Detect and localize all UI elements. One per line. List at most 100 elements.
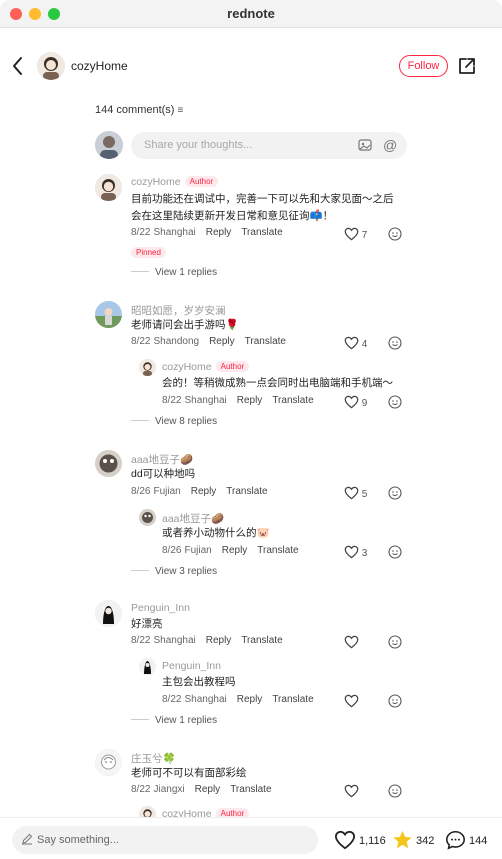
reply-avatar[interactable] (139, 658, 156, 675)
divider-line (131, 719, 149, 720)
emoji-react-icon[interactable] (388, 395, 402, 409)
comment-author-name[interactable]: Penguin_Inn (131, 602, 190, 614)
reply-button[interactable]: Reply (209, 336, 235, 347)
reply-button[interactable]: Reply (237, 395, 263, 406)
translate-button[interactable]: Translate (257, 545, 298, 556)
post-comment-button[interactable]: 144 (445, 830, 487, 850)
author-badge: Author (184, 176, 219, 187)
comment-author-name[interactable]: 庄玉兮🍀 (131, 751, 176, 766)
bottom-action-bar: Say something... 1,116 342 144 (0, 817, 502, 859)
emoji-react-icon[interactable] (388, 784, 402, 798)
translate-button[interactable]: Translate (226, 486, 267, 497)
author-avatar[interactable] (37, 52, 65, 80)
reply-author[interactable]: cozyHome Author (162, 361, 250, 373)
like-button[interactable] (344, 784, 359, 798)
comment-text-line: 会在这里陆续更新开发日常和意见征询📫！ (131, 209, 334, 222)
like-button[interactable]: 5 (344, 486, 367, 500)
post-like-button[interactable]: 1,116 (334, 830, 386, 850)
emoji-react-icon[interactable] (388, 635, 402, 649)
reply-button[interactable]: Reply (195, 784, 221, 795)
commenter-avatar[interactable] (95, 450, 122, 477)
heart-icon (344, 395, 359, 409)
like-button[interactable] (344, 635, 359, 649)
comment-input[interactable]: Share your thoughts... @ (131, 132, 407, 159)
comment-author[interactable]: cozyHome Author (131, 176, 219, 188)
reply-author-name[interactable]: aaa地豆子🥔 (162, 511, 224, 526)
like-count: 5 (361, 489, 368, 500)
comment-location: Jiangxi (153, 784, 185, 795)
say-something-input[interactable]: Say something... (12, 826, 318, 854)
heart-icon (344, 545, 359, 559)
translate-button[interactable]: Translate (241, 635, 282, 646)
commenter-avatar[interactable] (95, 174, 122, 201)
mention-icon[interactable]: @ (383, 137, 397, 153)
reply-text: 主包会出教程吗 (162, 676, 236, 688)
comment-text: dd可以种地吗 (131, 468, 196, 480)
commenter-avatar[interactable] (95, 600, 122, 627)
commenter-avatar[interactable] (95, 749, 122, 776)
like-count: 4 (361, 339, 368, 350)
view-replies-link[interactable]: View 1 replies (131, 715, 217, 726)
heart-icon (344, 635, 359, 649)
comment-location: Shanghai (153, 227, 196, 238)
comment-meta: 8/22 Shanghai Reply Translate (131, 635, 293, 646)
reply-date: 8/26 (162, 545, 182, 556)
view-replies-link[interactable]: View 1 replies (131, 267, 217, 278)
comment-meta: 8/22 Shandong Reply Translate (131, 336, 296, 347)
author-name[interactable]: cozyHome (71, 59, 128, 73)
reply-avatar[interactable] (139, 359, 156, 376)
comment-text: 好漂亮 (131, 618, 163, 630)
view-replies-label[interactable]: View 1 replies (155, 267, 217, 278)
translate-button[interactable]: Translate (241, 227, 282, 238)
reply-meta: 8/22 Shanghai Reply Translate (162, 694, 324, 705)
reply-button[interactable]: Reply (206, 635, 232, 646)
like-button[interactable]: 3 (344, 545, 367, 559)
like-button[interactable]: 7 (344, 227, 367, 241)
emoji-react-icon[interactable] (388, 694, 402, 708)
commenter-avatar[interactable] (95, 301, 122, 328)
sort-icon[interactable]: ≡ (177, 105, 183, 116)
like-button[interactable]: 9 (344, 395, 367, 409)
translate-button[interactable]: Translate (272, 395, 313, 406)
view-replies-link[interactable]: View 3 replies (131, 566, 217, 577)
comment-author-name[interactable]: cozyHome (131, 176, 181, 188)
comment-date: 8/26 (131, 486, 151, 497)
translate-button[interactable]: Translate (245, 336, 286, 347)
view-replies-label[interactable]: View 8 replies (155, 416, 217, 427)
reply-location: Shanghai (184, 395, 227, 406)
divider-line (131, 570, 149, 571)
emoji-react-icon[interactable] (388, 486, 402, 500)
comment-text: 老师可不可以有面部彩绘 (131, 767, 247, 779)
current-user-avatar (95, 131, 123, 159)
back-arrow-icon[interactable] (10, 55, 26, 77)
emoji-react-icon[interactable] (388, 227, 402, 241)
pinned-badge: Pinned (131, 247, 166, 258)
emoji-react-icon[interactable] (388, 336, 402, 350)
reply-button[interactable]: Reply (222, 545, 248, 556)
reply-author-name[interactable]: Penguin_Inn (162, 660, 221, 672)
share-icon[interactable] (457, 56, 477, 76)
reply-button[interactable]: Reply (237, 694, 263, 705)
image-icon[interactable] (358, 138, 372, 152)
like-button[interactable] (344, 694, 359, 708)
translate-button[interactable]: Translate (272, 694, 313, 705)
comment-author-name[interactable]: 昭昭如愿，岁岁安澜 (131, 303, 226, 318)
view-replies-label[interactable]: View 3 replies (155, 566, 217, 577)
comment-meta: 8/22 Jiangxi Reply Translate (131, 784, 282, 795)
follow-button[interactable]: Follow (399, 55, 448, 77)
reply-button[interactable]: Reply (206, 227, 232, 238)
comment-input-placeholder: Share your thoughts... (144, 139, 253, 151)
emoji-react-icon[interactable] (388, 545, 402, 559)
post-collect-button[interactable]: 342 (392, 830, 434, 850)
reply-text: 或者养小动物什么的🐷 (162, 527, 270, 539)
comment-author-name[interactable]: aaa地豆子🥔 (131, 452, 193, 467)
view-replies-link[interactable]: View 8 replies (131, 416, 217, 427)
reply-button[interactable]: Reply (191, 486, 217, 497)
view-replies-label[interactable]: View 1 replies (155, 715, 217, 726)
comment-location: Shandong (153, 336, 200, 347)
like-button[interactable]: 4 (344, 336, 367, 350)
reply-avatar[interactable] (139, 509, 156, 526)
comment-meta: 8/22 Shanghai Reply Translate (131, 227, 293, 238)
translate-button[interactable]: Translate (230, 784, 271, 795)
reply-author-name[interactable]: cozyHome (162, 361, 212, 373)
